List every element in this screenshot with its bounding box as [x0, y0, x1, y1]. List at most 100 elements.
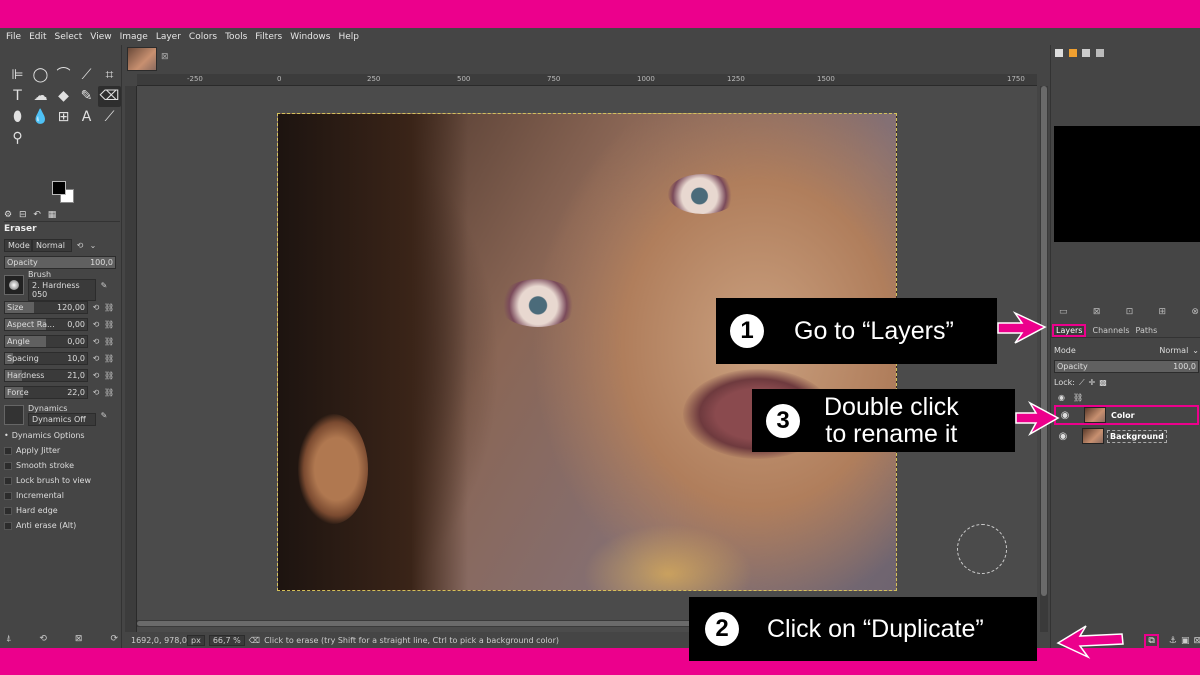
menu-windows[interactable]: Windows: [290, 32, 330, 42]
link-icon[interactable]: ⛓: [104, 303, 114, 312]
vertical-scrollbar[interactable]: [1040, 86, 1048, 636]
layer-item-color[interactable]: ◉ Color: [1054, 405, 1199, 425]
zoom-tool-icon[interactable]: ⚲: [6, 128, 29, 149]
delete-options-icon[interactable]: ⊠: [75, 634, 83, 644]
menu-file[interactable]: File: [6, 32, 21, 42]
checkbox-row[interactable]: Apply Jitter: [4, 443, 120, 458]
edit-dynamics-icon[interactable]: ✎: [99, 411, 109, 420]
link-icon[interactable]: ⛓: [104, 354, 114, 363]
link-icon[interactable]: ⛓: [104, 320, 114, 329]
reset-icon[interactable]: ⟲: [91, 388, 101, 397]
mode-reset-icon[interactable]: ⟲: [75, 241, 85, 250]
ellipse-select-tool-icon[interactable]: ◯: [29, 65, 52, 86]
chevron-down-icon[interactable]: ⌄: [88, 241, 98, 250]
checkbox[interactable]: [4, 476, 12, 485]
opacity-slider[interactable]: Opacity 100,0: [4, 256, 116, 269]
reset-icon[interactable]: ⟲: [91, 371, 101, 380]
undo-tab-icon[interactable]: ↶: [33, 210, 41, 220]
eye-icon[interactable]: ◉: [1056, 410, 1074, 421]
menu-image[interactable]: Image: [120, 32, 148, 42]
dynamics-preview[interactable]: [4, 405, 24, 425]
aspect-ra-slider[interactable]: Aspect Ra... 0,00: [4, 318, 88, 331]
dynamics-options-expander[interactable]: • Dynamics Options: [4, 428, 120, 443]
histogram-tab-icon[interactable]: [1082, 49, 1091, 57]
paintbrush-tool-icon[interactable]: ✎: [75, 86, 98, 107]
size-slider[interactable]: Size 120,00: [4, 301, 88, 314]
link-icon[interactable]: ⛓: [104, 388, 114, 397]
tool-options-tabs[interactable]: ⚙ ⊟ ↶ ▦: [4, 210, 120, 222]
images-tab-icon[interactable]: ▦: [48, 210, 57, 220]
reset-options-icon[interactable]: ⟳: [110, 634, 118, 644]
checkbox[interactable]: [4, 446, 12, 455]
reset-icon[interactable]: ⟲: [91, 303, 101, 312]
checkbox[interactable]: [4, 521, 12, 530]
checkbox-row[interactable]: Hard edge: [4, 503, 120, 518]
reset-icon[interactable]: ⟲: [91, 320, 101, 329]
spacing-slider[interactable]: Spacing 10,0: [4, 352, 88, 365]
checkbox[interactable]: [4, 491, 12, 500]
tab-paths[interactable]: Paths: [1136, 326, 1158, 335]
fuzzy-select-tool-icon[interactable]: ⟋: [75, 65, 98, 86]
text-tool-icon[interactable]: A: [75, 107, 98, 128]
layer-opacity-slider[interactable]: Opacity 100,0: [1054, 360, 1199, 373]
vertical-ruler[interactable]: [125, 86, 137, 636]
heal-tool-icon[interactable]: ⊞: [52, 107, 75, 128]
menu-tools[interactable]: Tools: [225, 32, 247, 42]
checkbox-row[interactable]: Smooth stroke: [4, 458, 120, 473]
layer-mode-select[interactable]: Normal: [1159, 346, 1188, 355]
dock-icon-1[interactable]: ▭: [1059, 307, 1068, 317]
unit-select[interactable]: px: [187, 634, 205, 646]
reset-icon[interactable]: ⟲: [91, 337, 101, 346]
menu-select[interactable]: Select: [55, 32, 83, 42]
tool-options-tab-icon[interactable]: ⚙: [4, 210, 12, 220]
warp-tool-icon[interactable]: ☁: [29, 86, 52, 107]
restore-options-icon[interactable]: ⟲: [39, 634, 47, 644]
hardness-slider[interactable]: Hardness 21,0: [4, 369, 88, 382]
smudge-tool-icon[interactable]: ⬮: [6, 107, 29, 128]
checkbox-row[interactable]: Anti erase (Alt): [4, 518, 120, 533]
checkbox[interactable]: [4, 506, 12, 515]
link-icon[interactable]: ⛓: [104, 337, 114, 346]
navigation-tab-icon[interactable]: [1095, 49, 1104, 57]
align-tool-icon[interactable]: ⊫: [6, 65, 29, 86]
dock-icon-5[interactable]: ⊗: [1191, 307, 1199, 317]
reset-icon[interactable]: ⟲: [91, 354, 101, 363]
link-icon[interactable]: ⛓: [104, 371, 114, 380]
checkbox-row[interactable]: Lock brush to view: [4, 473, 120, 488]
device-status-tab-icon[interactable]: ⊟: [19, 210, 27, 220]
force-slider[interactable]: Force 22,0: [4, 386, 88, 399]
save-options-icon[interactable]: ⍋: [6, 634, 11, 644]
colors-tab-icon[interactable]: [1068, 49, 1077, 57]
layer-name[interactable]: Background: [1107, 429, 1167, 443]
lock-pixels-icon[interactable]: ⟋: [1079, 378, 1085, 388]
free-select-tool-icon[interactable]: ⌒: [52, 65, 75, 86]
delete-layer-icon[interactable]: ⊠: [1193, 636, 1200, 646]
checkbox-row[interactable]: Incremental: [4, 488, 120, 503]
eraser-tool-icon[interactable]: ⌫: [98, 86, 121, 107]
crop-tool-icon[interactable]: ⌗: [98, 65, 121, 86]
menu-filters[interactable]: Filters: [255, 32, 282, 42]
mode-select[interactable]: Normal: [32, 239, 72, 252]
dock-icon-3[interactable]: ⊡: [1126, 307, 1134, 317]
angle-slider[interactable]: Angle 0,00: [4, 335, 88, 348]
chevron-down-icon[interactable]: ⌄: [1192, 346, 1199, 355]
menu-view[interactable]: View: [90, 32, 111, 42]
mask-layer-icon[interactable]: ▣: [1181, 636, 1190, 646]
anchor-layer-icon[interactable]: ⚓: [1169, 636, 1177, 646]
bucket-fill-tool-icon[interactable]: ◆: [52, 86, 75, 107]
checkbox[interactable]: [4, 461, 12, 470]
layer-item-background[interactable]: ◉ Background: [1054, 426, 1199, 446]
menu-colors[interactable]: Colors: [189, 32, 217, 42]
dock-icon-4[interactable]: ⊞: [1159, 307, 1167, 317]
menu-help[interactable]: Help: [338, 32, 359, 42]
brush-name-field[interactable]: 2. Hardness 050: [28, 278, 96, 301]
menu-edit[interactable]: Edit: [29, 32, 46, 42]
edit-brush-icon[interactable]: ✎: [99, 281, 109, 290]
tab-channels[interactable]: Channels: [1092, 326, 1129, 335]
tab-layers[interactable]: Layers: [1052, 323, 1087, 337]
brush-preview[interactable]: [4, 275, 24, 295]
menu-layer[interactable]: Layer: [156, 32, 181, 42]
lock-alpha-icon[interactable]: ▩: [1099, 378, 1107, 387]
text-transform-tool-icon[interactable]: T: [6, 86, 29, 107]
color-swatches[interactable]: [52, 181, 76, 205]
